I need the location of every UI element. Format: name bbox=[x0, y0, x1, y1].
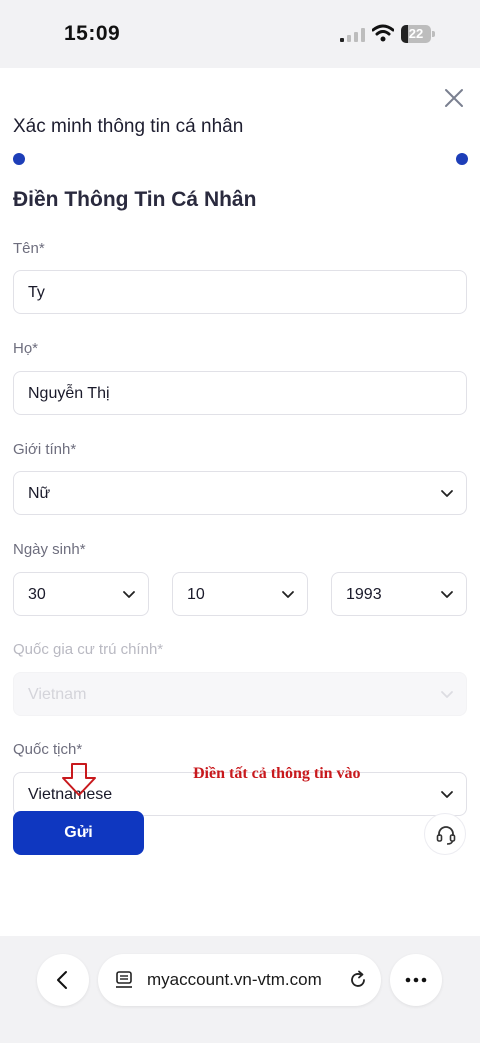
address-bar[interactable]: myaccount.vn-vtm.com bbox=[98, 954, 381, 1006]
birth-month-value: 10 bbox=[187, 586, 205, 603]
birth-year-select[interactable]: 1993 bbox=[331, 572, 467, 616]
signal-icon bbox=[340, 28, 365, 42]
section-heading: Điền Thông Tin Cá Nhân bbox=[13, 188, 257, 211]
close-icon[interactable] bbox=[440, 84, 468, 112]
status-time: 15:09 bbox=[64, 22, 121, 45]
arrow-down-icon bbox=[62, 763, 96, 796]
annotation-note: Điền tất cả thông tin vào bbox=[193, 765, 361, 782]
residence-label: Quốc gia cư trú chính* bbox=[13, 641, 164, 658]
back-icon bbox=[57, 971, 67, 989]
chevron-down-icon bbox=[441, 791, 453, 798]
headset-icon bbox=[436, 826, 456, 845]
last-name-input[interactable]: Nguyễn Thị bbox=[13, 371, 467, 415]
birth-year-value: 1993 bbox=[346, 586, 382, 603]
chevron-down-icon bbox=[441, 490, 453, 497]
nationality-label: Quốc tịch* bbox=[13, 741, 83, 758]
support-button[interactable] bbox=[424, 813, 466, 855]
gender-select[interactable]: Nữ bbox=[13, 471, 467, 515]
first-name-value: Ty bbox=[28, 284, 45, 301]
birth-day-select[interactable]: 30 bbox=[13, 572, 149, 616]
residence-select: Vietnam bbox=[13, 672, 467, 716]
gender-label: Giới tính* bbox=[13, 441, 77, 458]
first-name-label: Tên* bbox=[13, 240, 45, 257]
last-name-label: Họ* bbox=[13, 340, 39, 357]
wifi-icon bbox=[372, 24, 394, 42]
progress-start-dot bbox=[13, 153, 25, 165]
status-bar: 15:09 22 bbox=[0, 0, 480, 68]
more-icon bbox=[405, 977, 427, 983]
sheet-title: Xác minh thông tin cá nhân bbox=[13, 116, 244, 137]
birth-month-select[interactable]: 10 bbox=[172, 572, 308, 616]
residence-value: Vietnam bbox=[28, 686, 87, 703]
birth-day-value: 30 bbox=[28, 586, 46, 603]
birthdate-label: Ngày sinh* bbox=[13, 541, 86, 558]
battery-icon: 22 bbox=[401, 25, 435, 43]
reload-icon[interactable] bbox=[347, 969, 369, 991]
last-name-value: Nguyễn Thị bbox=[28, 385, 110, 402]
chevron-down-icon bbox=[282, 591, 294, 598]
progress-bar bbox=[13, 152, 468, 166]
chevron-down-icon bbox=[123, 591, 135, 598]
gender-value: Nữ bbox=[28, 485, 51, 502]
url-text: myaccount.vn-vtm.com bbox=[147, 970, 322, 989]
submit-button[interactable]: Gửi bbox=[13, 811, 144, 855]
page-icon bbox=[116, 971, 132, 988]
more-button[interactable] bbox=[390, 954, 442, 1006]
chevron-down-icon bbox=[441, 691, 453, 698]
battery-level: 22 bbox=[408, 26, 424, 41]
back-button[interactable] bbox=[37, 954, 89, 1006]
browser-toolbar: myaccount.vn-vtm.com bbox=[0, 936, 480, 1043]
verification-sheet: Xác minh thông tin cá nhân Điền Thông Ti… bbox=[0, 68, 480, 936]
chevron-down-icon bbox=[441, 591, 453, 598]
first-name-input[interactable]: Ty bbox=[13, 270, 467, 314]
progress-end-dot bbox=[456, 153, 468, 165]
